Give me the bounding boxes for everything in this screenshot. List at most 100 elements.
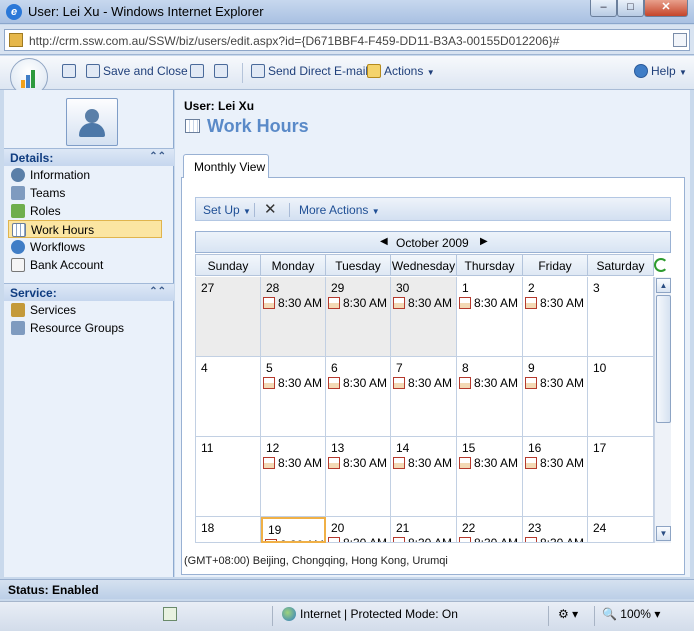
help-menu[interactable]: Help ▼: [634, 64, 687, 82]
address-bar: http://crm.ssw.com.au/SSW/biz/users/edit…: [0, 25, 694, 55]
refresh-icon[interactable]: [654, 258, 668, 272]
calendar-day-cell[interactable]: 4: [195, 357, 261, 437]
work-hours-entry[interactable]: 8:30 AM -: [328, 296, 390, 310]
work-hours-time: 8:30 AM -: [408, 376, 457, 390]
work-hours-entry[interactable]: 8:30 AM -: [459, 456, 522, 470]
send-direct-email-button[interactable]: Send Direct E-mail: [251, 64, 368, 82]
favorites-icon[interactable]: [673, 33, 687, 47]
actions-menu[interactable]: Actions ▼: [367, 64, 435, 82]
calendar-day-cell[interactable]: 3: [588, 277, 654, 357]
maximize-button[interactable]: □: [617, 0, 644, 17]
collapse-icon[interactable]: ⌃⌃: [149, 151, 166, 162]
new-record-button[interactable]: [190, 64, 207, 82]
nav-item-roles[interactable]: Roles: [8, 202, 162, 220]
day-number: 27: [201, 281, 215, 295]
calendar-day-cell[interactable]: 24: [588, 517, 654, 543]
calendar-day-cell[interactable]: 17: [588, 437, 654, 517]
calendar-day-cell[interactable]: 20 8:30 AM -: [326, 517, 391, 543]
zoom-control[interactable]: 🔍 100% ▾: [602, 607, 660, 621]
day-header-tuesday: Tuesday: [326, 254, 391, 276]
work-hours-entry[interactable]: 8:30 AM -: [393, 296, 456, 310]
save-button[interactable]: [62, 64, 79, 82]
calendar-day-cell[interactable]: 16 8:30 AM -: [523, 437, 588, 517]
calendar-day-cell[interactable]: 7 8:30 AM -: [391, 357, 457, 437]
collapse-icon[interactable]: ⌃⌃: [149, 286, 166, 297]
calendar-day-cell[interactable]: 28 8:30 AM -: [261, 277, 326, 357]
nav-item-teams[interactable]: Teams: [8, 184, 162, 202]
calendar-day-cell[interactable]: 10: [588, 357, 654, 437]
url-field[interactable]: http://crm.ssw.com.au/SSW/biz/users/edit…: [4, 29, 690, 51]
calendar-day-cell[interactable]: 30 8:30 AM -: [391, 277, 457, 357]
nav-item-workflows[interactable]: Workflows: [8, 238, 162, 256]
nav-item-resource-groups[interactable]: Resource Groups: [8, 319, 162, 337]
protected-mode-icon[interactable]: ⚙ ▾: [558, 607, 578, 621]
calendar-day-cell[interactable]: 13 8:30 AM -: [326, 437, 391, 517]
window-titlebar: e User: Lei Xu - Windows Internet Explor…: [0, 0, 694, 24]
day-header-friday: Friday: [523, 254, 588, 276]
nav-item-work-hours[interactable]: Work Hours: [8, 220, 162, 238]
actions-label: Actions: [384, 64, 424, 78]
calendar-day-cell[interactable]: 6 8:30 AM -: [326, 357, 391, 437]
chevron-down-icon: ▼: [243, 207, 251, 216]
calendar-day-cell[interactable]: 2 8:30 AM -: [523, 277, 588, 357]
month-label: October 2009: [396, 236, 469, 250]
calendar-day-cell[interactable]: 5 8:30 AM -: [261, 357, 326, 437]
work-hours-entry[interactable]: 8:30 AM -: [459, 296, 523, 310]
calendar-day-cell[interactable]: 23 8:30 AM -: [523, 517, 588, 543]
calendar-day-cell[interactable]: 18: [195, 517, 261, 543]
work-hours-entry[interactable]: 8:30 AM -: [263, 456, 325, 470]
work-hours-entry[interactable]: 8:30 AM -: [393, 376, 457, 390]
next-month-arrow[interactable]: ▶: [480, 236, 488, 247]
work-hours-entry[interactable]: 8:30 AM -: [328, 376, 390, 390]
security-zone[interactable]: Internet | Protected Mode: On: [282, 607, 458, 621]
appointment-icon: [263, 297, 275, 309]
work-hours-entry[interactable]: 8:30 AM -: [393, 456, 456, 470]
new-record-icon: [190, 64, 204, 78]
browser-status-bar: Internet | Protected Mode: On ⚙ ▾ 🔍 100%…: [0, 601, 694, 631]
save-and-close-button[interactable]: Save and Close: [86, 64, 188, 82]
close-button[interactable]: ✕: [644, 0, 688, 17]
work-hours-entry[interactable]: 8:30 AM -: [525, 296, 587, 310]
set-up-menu[interactable]: Set Up ▼: [203, 203, 251, 217]
calendar-day-cell[interactable]: 29 8:30 AM -: [326, 277, 391, 357]
calendar-day-cell[interactable]: 198:30 AM -: [261, 517, 326, 543]
nav-item-information[interactable]: Information: [8, 166, 162, 184]
nav-item-services[interactable]: Services: [8, 301, 162, 319]
calendar-day-cell[interactable]: 14 8:30 AM -: [391, 437, 457, 517]
delete-icon[interactable]: ✕: [264, 200, 277, 218]
more-actions-menu[interactable]: More Actions ▼: [299, 203, 380, 217]
service-section-header[interactable]: Service: ⌃⌃: [4, 283, 174, 301]
calendar-day-cell[interactable]: 1 8:30 AM -: [457, 277, 523, 357]
details-section-header[interactable]: Details: ⌃⌃: [4, 148, 174, 166]
calendar-day-cell[interactable]: 9 8:30 AM -: [523, 357, 588, 437]
work-hours-entry[interactable]: 8:30 AM -: [525, 456, 587, 470]
previous-month-arrow[interactable]: ◀: [380, 236, 388, 247]
work-hours-entry[interactable]: 8:30 AM -: [265, 538, 324, 541]
calendar-day-cell[interactable]: 8 8:30 AM -: [457, 357, 523, 437]
scroll-down-arrow[interactable]: ▼: [656, 526, 671, 541]
work-hours-entry[interactable]: 8:30 AM -: [459, 536, 522, 542]
scroll-thumb[interactable]: [656, 295, 671, 423]
scroll-up-arrow[interactable]: ▲: [656, 278, 671, 293]
work-hours-entry[interactable]: 8:30 AM -: [263, 296, 325, 310]
work-hours-entry[interactable]: 8:30 AM -: [263, 376, 325, 390]
minimize-button[interactable]: –: [590, 0, 617, 17]
nav-item-bank-account[interactable]: Bank Account: [8, 256, 162, 274]
work-hours-entry[interactable]: 8:30 AM -: [525, 376, 587, 390]
calendar-day-cell[interactable]: 12 8:30 AM -: [261, 437, 326, 517]
work-hours-entry[interactable]: 8:30 AM -: [525, 536, 587, 542]
day-number: 7: [396, 361, 403, 375]
print-button[interactable]: [214, 64, 231, 82]
calendar-day-cell[interactable]: 15 8:30 AM -: [457, 437, 523, 517]
calendar-scrollbar[interactable]: ▲ ▼: [654, 277, 671, 543]
work-hours-time: 8:30 AM -: [474, 296, 523, 310]
calendar-day-cell[interactable]: 11: [195, 437, 261, 517]
calendar-day-cell[interactable]: 21 8:30 AM -: [391, 517, 457, 543]
calendar-day-cell[interactable]: 27: [195, 277, 261, 357]
work-hours-entry[interactable]: 8:30 AM -: [459, 376, 522, 390]
calendar-day-cell[interactable]: 22 8:30 AM -: [457, 517, 523, 543]
work-hours-entry[interactable]: 8:30 AM -: [393, 536, 456, 542]
tab-monthly-view[interactable]: Monthly View: [183, 154, 269, 178]
work-hours-entry[interactable]: 8:30 AM -: [328, 456, 390, 470]
work-hours-entry[interactable]: 8:30 AM -: [328, 536, 390, 542]
